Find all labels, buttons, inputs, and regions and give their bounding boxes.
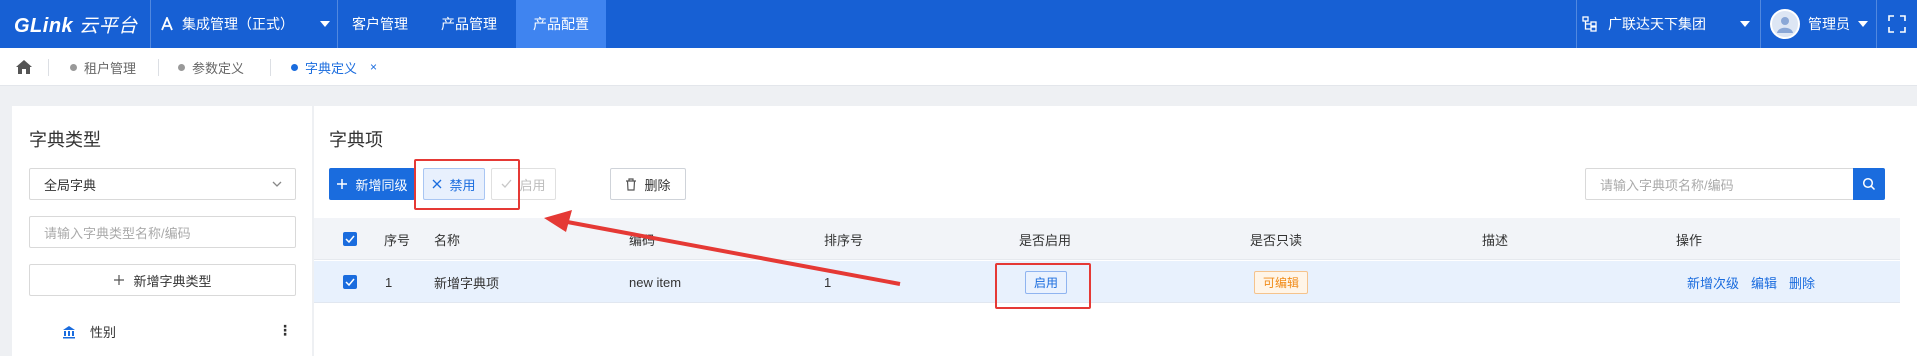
annotation-arrow <box>544 210 901 286</box>
